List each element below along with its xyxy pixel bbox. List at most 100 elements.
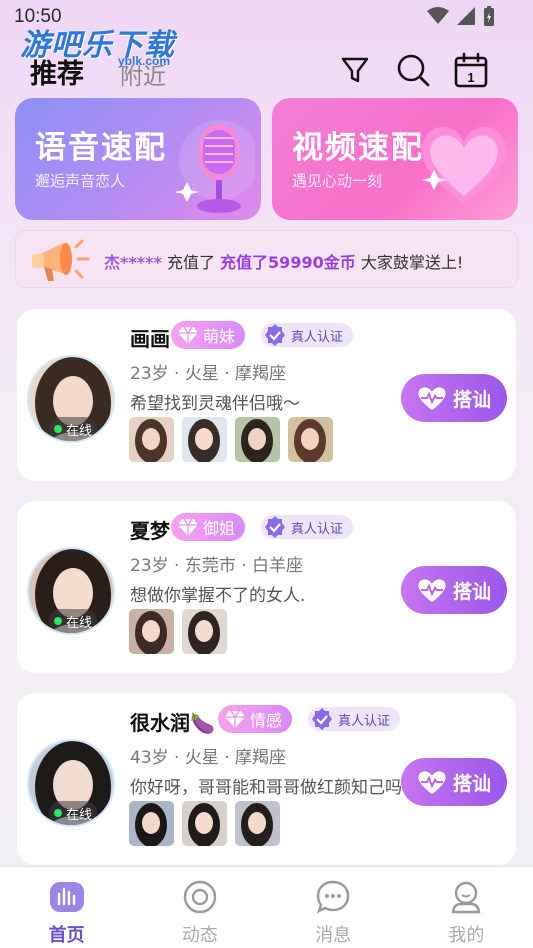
- nav-messages-label: 消息: [315, 925, 352, 946]
- calendar-icon[interactable]: 1: [453, 52, 489, 88]
- notice-prefix: 充值了: [166, 253, 215, 272]
- user-name: 很水润🍆: [130, 711, 215, 735]
- nav-moments-label: 动态: [181, 925, 218, 946]
- chat-up-button[interactable]: 搭讪: [401, 566, 507, 614]
- user-card[interactable]: 在线 夏梦 御姐 真人认证 23岁 · 东莞市 · 白羊座 想做你掌握不了的女人…: [17, 501, 516, 673]
- voice-match-subtitle: 邂逅声音恋人: [35, 172, 126, 190]
- notice-amount: 充值了59990金币: [220, 253, 356, 272]
- notice-user: 杰*****: [104, 253, 162, 272]
- user-card[interactable]: 在线 画画 萌妹 真人认证 23岁 · 火星 · 摩羯座 希望找到灵魂伴侣哦～ …: [17, 309, 516, 481]
- signal-icon: [457, 7, 475, 25]
- heartbeat-icon: [418, 387, 446, 410]
- notice-suffix: 大家鼓掌送上!: [360, 253, 464, 272]
- voice-match-title: 语音速配: [35, 130, 167, 166]
- online-badge: 在线: [49, 801, 97, 825]
- diamond-icon: [178, 326, 198, 344]
- avatar[interactable]: 在线: [27, 739, 115, 827]
- notice-text: 杰***** 充值了 充值了59990金币 大家鼓掌送上!: [104, 249, 463, 273]
- home-icon: [49, 879, 85, 915]
- verified-badge: 真人认证: [261, 323, 354, 347]
- tab-recommend[interactable]: 推荐: [30, 52, 84, 91]
- user-photo[interactable]: [182, 609, 227, 654]
- verified-badge: 真人认证: [261, 515, 354, 539]
- search-icon[interactable]: [395, 52, 431, 88]
- chat-up-button[interactable]: 搭讪: [401, 758, 507, 806]
- user-tag-badge: 萌妹: [171, 321, 246, 349]
- megaphone-icon: [32, 239, 90, 281]
- online-label: 在线: [65, 423, 92, 439]
- nav-moments[interactable]: 动态: [133, 867, 266, 948]
- avatar[interactable]: 在线: [27, 547, 115, 635]
- nav-home[interactable]: 首页: [0, 867, 133, 948]
- photo-strip: [129, 609, 227, 654]
- user-motto: 你好呀，哥哥能和哥哥做红颜知己吗: [130, 778, 402, 798]
- calendar-day: 1: [467, 70, 474, 85]
- online-badge: 在线: [49, 417, 97, 441]
- verified-icon: [312, 708, 332, 730]
- moments-icon: [182, 879, 218, 915]
- user-tag-label: 情感: [250, 711, 283, 730]
- verified-label: 真人认证: [338, 713, 391, 729]
- chat-up-button[interactable]: 搭讪: [401, 374, 507, 422]
- online-dot: [53, 809, 62, 817]
- user-name: 夏梦: [130, 519, 170, 543]
- verified-icon: [265, 324, 285, 346]
- bottom-nav: 首页 动态 消息 我的: [0, 866, 533, 948]
- chat-up-label: 搭讪: [452, 772, 491, 795]
- chat-up-label: 搭讪: [452, 580, 491, 603]
- online-badge: 在线: [49, 609, 97, 633]
- diamond-icon: [225, 710, 245, 728]
- photo-strip: [129, 417, 333, 462]
- nav-messages[interactable]: 消息: [267, 867, 400, 948]
- user-meta: 23岁 · 火星 · 摩羯座: [130, 364, 287, 384]
- user-meta: 43岁 · 火星 · 摩羯座: [130, 748, 287, 768]
- verified-label: 真人认证: [291, 521, 344, 537]
- heart-art-icon: [421, 126, 507, 204]
- user-motto: 希望找到灵魂伴侣哦～: [130, 394, 300, 414]
- verified-label: 真人认证: [291, 329, 344, 345]
- chat-up-label: 搭讪: [452, 388, 491, 411]
- avatar[interactable]: 在线: [27, 355, 115, 443]
- heartbeat-icon: [418, 771, 446, 794]
- photo-strip: [129, 801, 280, 846]
- tab-nearby[interactable]: 附近: [120, 57, 166, 91]
- user-photo[interactable]: [288, 417, 333, 462]
- user-photo[interactable]: [182, 417, 227, 462]
- online-label: 在线: [65, 807, 92, 823]
- user-photo[interactable]: [129, 801, 174, 846]
- nav-profile-label: 我的: [448, 925, 485, 946]
- profile-icon: [448, 879, 484, 915]
- user-name: 画画: [130, 327, 170, 351]
- filter-icon[interactable]: [337, 52, 373, 88]
- video-match-banner[interactable]: 视频速配 遇见心动一刻: [272, 98, 518, 220]
- user-photo[interactable]: [235, 801, 280, 846]
- user-meta: 23岁 · 东莞市 · 白羊座: [130, 556, 304, 576]
- video-match-subtitle: 遇见心动一刻: [292, 172, 383, 190]
- status-icons: [427, 6, 495, 26]
- wifi-icon: [427, 7, 449, 24]
- user-tag-label: 御姐: [203, 519, 236, 538]
- top-actions: 1: [337, 52, 489, 88]
- online-dot: [53, 617, 62, 625]
- diamond-icon: [178, 518, 198, 536]
- nav-home-label: 首页: [48, 925, 85, 946]
- user-photo[interactable]: [235, 417, 280, 462]
- user-photo[interactable]: [129, 417, 174, 462]
- battery-icon: [484, 6, 494, 26]
- heartbeat-icon: [418, 579, 446, 602]
- user-photo[interactable]: [182, 801, 227, 846]
- user-motto: 想做你掌握不了的女人.: [130, 586, 306, 606]
- nav-profile[interactable]: 我的: [400, 867, 533, 948]
- online-dot: [53, 425, 62, 433]
- verified-badge: 真人认证: [308, 707, 401, 731]
- user-tag-badge: 情感: [218, 705, 293, 733]
- user-photo[interactable]: [129, 609, 174, 654]
- online-label: 在线: [65, 615, 92, 631]
- microphone-icon: [175, 120, 255, 213]
- user-tag-badge: 御姐: [171, 513, 246, 541]
- message-icon: [315, 879, 351, 915]
- top-tabs: 推荐 附近: [30, 52, 166, 91]
- recharge-notice: 杰***** 充值了 充值了59990金币 大家鼓掌送上!: [15, 230, 518, 288]
- voice-match-banner[interactable]: 语音速配 邂逅声音恋人: [15, 98, 261, 220]
- user-card[interactable]: 在线 很水润🍆 情感 真人认证 43岁 · 火星 · 摩羯座 你好呀，哥哥能和哥…: [17, 693, 516, 865]
